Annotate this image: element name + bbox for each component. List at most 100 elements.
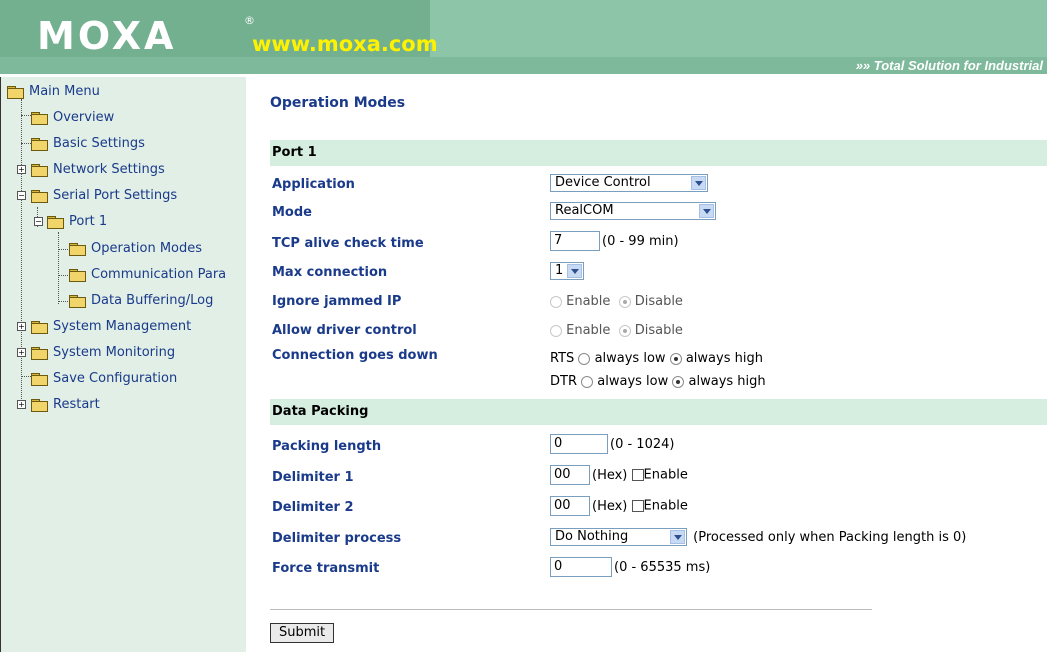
packing-length-label: Packing length: [272, 439, 382, 454]
folder-icon: [31, 373, 48, 386]
delimiter-2-label: Delimiter 2: [272, 500, 354, 515]
folder-icon: [31, 347, 48, 360]
always-low-label: always low: [597, 374, 669, 389]
delimiter-2-input[interactable]: 00: [550, 496, 590, 516]
header-divider: [0, 74, 1047, 76]
dtr-label: DTR: [550, 374, 577, 389]
delimiter-2-control: 00 (Hex) Enable: [550, 496, 688, 516]
main-content: Operation Modes Port 1 Application Devic…: [246, 77, 1047, 652]
always-high-label: always high: [688, 374, 766, 389]
sidebar-item-label: System Management: [53, 319, 192, 334]
sidebar-item-basic-settings[interactable]: Basic Settings: [31, 134, 145, 154]
folder-icon: [69, 295, 86, 308]
tcp-alive-hint: (0 - 99 min): [602, 233, 679, 249]
folder-icon: [69, 269, 86, 282]
delimiter-2-enable-checkbox[interactable]: [631, 500, 644, 512]
allow-driver-disable-radio[interactable]: [618, 324, 631, 337]
sidebar-item-system-monitoring[interactable]: System Monitoring: [31, 343, 175, 363]
hex-label: (Hex): [592, 467, 628, 483]
sidebar-item-label: Restart: [53, 397, 100, 412]
mode-value: RealCOM: [555, 203, 614, 218]
sidebar-item-label: Port 1: [69, 214, 108, 229]
chevron-down-icon[interactable]: [567, 264, 582, 278]
allow-driver-control: Enable Disable: [550, 323, 683, 338]
sidebar-item-label: Data Buffering/Log: [91, 293, 214, 308]
delimiter-1-enable-checkbox[interactable]: [631, 469, 644, 481]
sidebar-item-label: System Monitoring: [53, 345, 176, 360]
mode-label: Mode: [272, 205, 312, 220]
chevron-down-icon[interactable]: [670, 530, 685, 544]
tree-line: [58, 301, 68, 302]
sidebar-item-communication-parameters[interactable]: Communication Para: [69, 265, 226, 285]
sidebar-item-overview[interactable]: Overview: [31, 108, 114, 128]
sidebar-item-serial-port-settings[interactable]: Serial Port Settings: [31, 186, 177, 206]
enable-label: Enable: [643, 467, 688, 483]
force-transmit-control: 0 (0 - 65535 ms): [550, 557, 710, 577]
ignore-jammed-control: Enable Disable: [550, 294, 683, 309]
sidebar-item-system-management[interactable]: System Management: [31, 317, 191, 337]
expand-plus-icon[interactable]: +: [17, 322, 26, 331]
allow-driver-label: Allow driver control: [272, 323, 417, 338]
folder-icon: [31, 112, 48, 125]
submit-button[interactable]: Submit: [270, 623, 335, 643]
collapse-minus-icon[interactable]: −: [34, 217, 43, 226]
folder-open-icon: [31, 190, 48, 203]
expand-plus-icon[interactable]: +: [17, 400, 26, 409]
expand-plus-icon[interactable]: +: [17, 165, 26, 174]
mode-select[interactable]: RealCOM: [550, 202, 716, 220]
disable-label: Disable: [634, 323, 683, 338]
sidebar-item-operation-modes[interactable]: Operation Modes: [69, 239, 202, 259]
delimiter-process-hint: (Processed only when Packing length is 0…: [693, 529, 967, 545]
dtr-always-high-radio[interactable]: [672, 375, 685, 388]
sidebar-item-label: Serial Port Settings: [53, 188, 178, 203]
delimiter-process-label: Delimiter process: [272, 531, 402, 546]
sidebar-item-network-settings[interactable]: Network Settings: [31, 160, 165, 180]
sidebar-item-label: Communication Para: [91, 267, 227, 282]
sidebar-item-port-1[interactable]: Port 1: [47, 212, 107, 232]
allow-driver-enable-radio[interactable]: [550, 324, 562, 337]
collapse-minus-icon[interactable]: −: [17, 191, 26, 200]
section-data-packing: Data Packing: [270, 399, 1047, 425]
ignore-jammed-disable-radio[interactable]: [618, 295, 631, 308]
tree-line: [21, 99, 22, 405]
folder-icon: [31, 138, 48, 151]
connection-down-label: Connection goes down: [272, 348, 438, 363]
tcp-alive-input[interactable]: 7: [550, 231, 600, 251]
hex-label: (Hex): [592, 498, 628, 514]
tcp-alive-label: TCP alive check time: [272, 236, 424, 251]
chevron-down-icon[interactable]: [699, 204, 714, 218]
section-port-1: Port 1: [270, 140, 1047, 166]
ignore-jammed-enable-radio[interactable]: [550, 295, 562, 308]
tree-line: [21, 143, 31, 144]
always-high-label: always high: [685, 351, 763, 366]
sidebar-item-label: Basic Settings: [53, 136, 145, 151]
sidebar-item-data-buffering-log[interactable]: Data Buffering/Log: [69, 291, 213, 311]
sidebar-item-label: Network Settings: [53, 162, 165, 177]
disable-label: Disable: [634, 294, 683, 309]
application-label: Application: [272, 177, 355, 192]
folder-icon: [31, 164, 48, 177]
max-connection-select[interactable]: 1: [550, 262, 584, 280]
header: MOXA ® www.moxa.com »» Total Solution fo…: [0, 0, 1047, 76]
enable-label: Enable: [566, 323, 611, 338]
packing-length-input[interactable]: 0: [550, 434, 608, 454]
page-title: Operation Modes: [270, 95, 406, 111]
sidebar-item-restart[interactable]: Restart: [31, 395, 100, 415]
rts-always-high-radio[interactable]: [669, 352, 682, 365]
rts-always-low-radio[interactable]: [578, 352, 591, 365]
sidebar-item-save-configuration[interactable]: Save Configuration: [31, 369, 177, 389]
tree-line: [58, 249, 68, 250]
max-connection-control: 1: [550, 262, 584, 280]
folder-icon: [69, 243, 86, 256]
force-transmit-input[interactable]: 0: [550, 557, 612, 577]
moxa-logo: MOXA: [37, 14, 177, 58]
sidebar-item-main-menu[interactable]: Main Menu: [7, 82, 100, 102]
application-value: Device Control: [555, 175, 651, 190]
delimiter-1-input[interactable]: 00: [550, 465, 590, 485]
chevron-down-icon[interactable]: [691, 176, 706, 190]
sidebar-item-label: Save Configuration: [53, 371, 178, 386]
dtr-always-low-radio[interactable]: [581, 375, 594, 388]
application-select[interactable]: Device Control: [550, 174, 708, 192]
delimiter-process-select[interactable]: Do Nothing: [550, 528, 687, 546]
expand-plus-icon[interactable]: +: [17, 348, 26, 357]
